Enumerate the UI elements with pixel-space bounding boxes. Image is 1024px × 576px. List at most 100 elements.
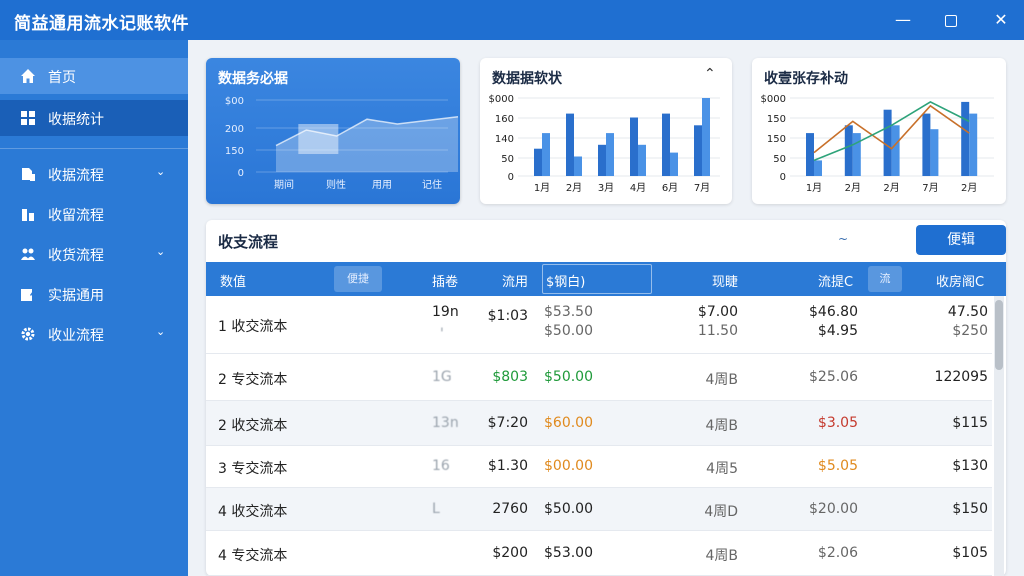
column-header[interactable]: 数值 xyxy=(220,271,246,290)
row-value: $4.95 xyxy=(817,323,858,339)
overview-card: 数据务必据 $00 200 150 0 期间 则性 用用 记住 xyxy=(206,58,460,204)
sidebar-item-goods-flow[interactable]: 收货流程 ⌄ xyxy=(0,236,188,272)
maximize-button[interactable] xyxy=(936,6,966,34)
y-tick-label: 200 xyxy=(225,124,244,135)
row-value: $3.05 xyxy=(817,415,858,431)
row-value: $200 xyxy=(492,545,528,561)
people-icon xyxy=(21,248,35,260)
x-tick-label: 1月 xyxy=(534,182,550,194)
y-tick-label: 0 xyxy=(508,172,514,183)
row-value: 4周5 xyxy=(706,461,738,477)
x-tick-label: 2月 xyxy=(961,182,977,194)
y-tick-label: 150 xyxy=(767,114,786,125)
bar xyxy=(814,160,822,176)
y-tick-label: 150 xyxy=(767,134,786,145)
x-tick-label: 用用 xyxy=(372,180,392,191)
column-header[interactable]: 流提C xyxy=(818,271,853,290)
row-value: $7:20 xyxy=(487,415,528,431)
row-value: $1.30 xyxy=(487,458,528,474)
sidebar: 首页 收据统计 收据流程 ⌄ 收留流程 收货流程 ⌄ 实据通用 收业流程 ⌄ xyxy=(0,40,188,576)
table-title: 收支流程 xyxy=(218,233,279,251)
table-header: 数值 便捷 插卷 流用 $钢白) 现睫 流提C 流 收房阁C xyxy=(206,262,1006,296)
table-row[interactable]: 4 专交流本 $200 $53.00 4周B $2.06 $105 xyxy=(206,531,992,576)
title-bar: 简益通用流水记账软件 — ✕ xyxy=(0,0,1024,40)
x-tick-label: 1月 xyxy=(806,182,822,194)
overview-chart: $00 200 150 0 期间 则性 用用 记住 xyxy=(225,96,459,191)
sidebar-item-home[interactable]: 首页 xyxy=(0,58,188,94)
bar xyxy=(702,98,710,176)
row-value: 122095 xyxy=(934,369,988,385)
document-icon xyxy=(22,168,35,181)
y-tick-label: 150 xyxy=(225,146,244,157)
scrollbar-thumb[interactable] xyxy=(995,300,1003,370)
home-icon xyxy=(21,69,35,83)
sidebar-item-label: 收货流程 xyxy=(48,248,104,264)
bar xyxy=(930,129,939,176)
row-value: $803 xyxy=(492,369,528,385)
x-tick-label: 4月 xyxy=(630,182,646,194)
table-row[interactable]: 2 专交流本 1G $803 $50.00 4周B $25.06 122095 xyxy=(206,354,992,401)
x-tick-label: 期间 xyxy=(274,178,294,191)
column-header[interactable]: 便捷 xyxy=(334,266,382,292)
table-row[interactable]: 3 专交流本 16 $1.30 $00.00 4周5 $5.05 $130 xyxy=(206,446,992,488)
row-value: 11.50 xyxy=(697,323,738,339)
x-tick-label: 2月 xyxy=(883,182,899,194)
x-tick-label: 3月 xyxy=(598,182,614,194)
sidebar-item-retain-flow[interactable]: 收留流程 xyxy=(0,196,188,232)
row-value: $46.80 xyxy=(809,304,858,320)
stats-card: 数据据软状 ⌃ $000 160 140 50 0 1月 2月 3月 4月 6月 7月 xyxy=(480,58,732,204)
y-tick-label: $000 xyxy=(489,94,514,105)
sidebar-item-general[interactable]: 实据通用 xyxy=(0,276,188,312)
column-header[interactable]: 现睫 xyxy=(712,271,738,290)
edit-button[interactable]: 便辑 xyxy=(916,225,1006,255)
bar xyxy=(961,101,970,176)
wave-icon: ~ xyxy=(838,232,849,246)
bar xyxy=(922,113,931,176)
chevron-down-icon: ⌄ xyxy=(156,165,166,178)
bar xyxy=(638,144,646,176)
x-tick-label: 6月 xyxy=(662,182,678,194)
bar xyxy=(852,133,861,176)
bar xyxy=(670,152,678,176)
sidebar-item-business-flow[interactable]: 收业流程 ⌄ xyxy=(0,316,188,352)
bar xyxy=(844,125,853,176)
table-scrollbar[interactable] xyxy=(994,296,1004,576)
row-value: 47.50 xyxy=(947,304,988,320)
minimize-button[interactable]: — xyxy=(888,6,918,34)
row-value: ' xyxy=(440,326,444,342)
row-value: $53.50 xyxy=(544,304,593,320)
sidebar-item-stats[interactable]: 收据统计 xyxy=(0,100,188,136)
column-header[interactable]: 插卷 xyxy=(432,271,458,290)
bar xyxy=(630,117,638,176)
y-tick-label: 160 xyxy=(495,114,514,125)
column-header[interactable]: 收房阁C xyxy=(936,271,984,290)
bar xyxy=(883,109,892,176)
close-button[interactable]: ✕ xyxy=(986,6,1016,34)
row-value: $2.06 xyxy=(817,545,858,561)
x-tick-label: 2月 xyxy=(845,182,861,194)
stats-chart: $000 160 140 50 0 1月 2月 3月 4月 6月 7月 xyxy=(489,94,720,194)
table-row[interactable]: 4 收交流本 L 2760 $50.00 4周D $20.00 $150 xyxy=(206,488,992,531)
column-header[interactable]: $钢白) xyxy=(546,271,585,290)
column-header[interactable]: 流用 xyxy=(502,271,528,290)
sidebar-item-label: 收据流程 xyxy=(48,168,104,184)
table-row[interactable]: 1 收交流本 19n ' $1:03 $53.50 $50.00 $7.00 1… xyxy=(206,296,992,354)
bar xyxy=(566,113,574,176)
sidebar-item-receipt-flow[interactable]: 收据流程 ⌄ xyxy=(0,156,188,192)
chevron-down-icon: ⌄ xyxy=(156,245,166,258)
row-value: $130 xyxy=(952,458,988,474)
y-tick-label: 50 xyxy=(773,154,786,165)
bar xyxy=(534,148,542,176)
column-header[interactable]: 流 xyxy=(868,266,902,292)
row-value: $105 xyxy=(952,545,988,561)
bar-icon xyxy=(22,209,34,221)
row-value: $150 xyxy=(952,501,988,517)
row-value: $20.00 xyxy=(809,501,858,517)
x-tick-label: 则性 xyxy=(326,178,346,191)
row-value: $5.05 xyxy=(817,458,858,474)
row-value: $60.00 xyxy=(544,415,593,431)
y-tick-label: 140 xyxy=(495,134,514,145)
table-row[interactable]: 2 收交流本 13n $7:20 $60.00 4周B $3.05 $115 xyxy=(206,401,992,446)
row-value: 13n xyxy=(432,415,459,431)
sidebar-divider xyxy=(0,148,188,149)
